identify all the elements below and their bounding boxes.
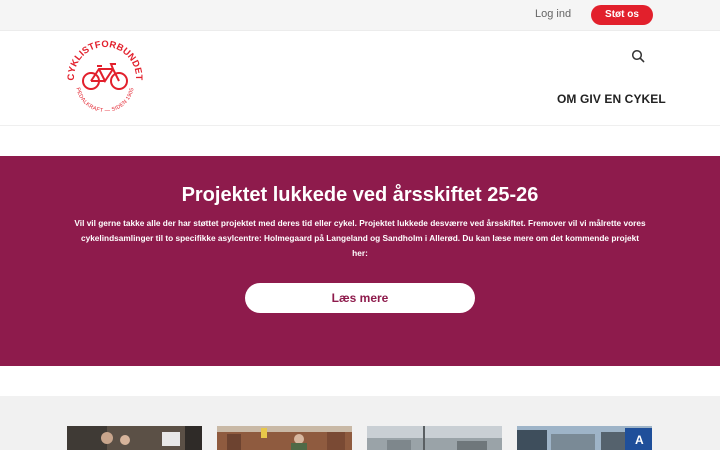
svg-text:PEDALKRAFT — SIDEN 1905: PEDALKRAFT — SIDEN 1905 xyxy=(74,87,135,114)
card-image xyxy=(67,426,202,450)
read-more-button[interactable]: Læs mere xyxy=(245,283,475,313)
card-thumbnail[interactable] xyxy=(67,426,202,450)
top-bar: Log ind Støt os xyxy=(0,0,720,31)
card-image xyxy=(367,426,502,450)
logo-text-top: CYKLISTFORBUNDET xyxy=(66,39,144,81)
search-icon[interactable] xyxy=(631,49,645,63)
svg-text:CYKLISTFORBUNDET: CYKLISTFORBUNDET xyxy=(66,39,144,81)
card-thumbnail[interactable]: A xyxy=(517,426,652,450)
nav-item-om-giv-en-cykel[interactable]: OM GIV EN CYKEL xyxy=(557,92,666,106)
banner-text: Vil vil gerne takke alle der har støttet… xyxy=(74,218,646,258)
login-link[interactable]: Log ind xyxy=(535,8,571,20)
banner-title: Projektet lukkede ved årsskiftet 25-26 xyxy=(181,184,539,206)
logo-text-bottom: PEDALKRAFT — SIDEN 1905 xyxy=(74,87,135,114)
site-header: CYKLISTFORBUNDET PEDALKRAFT — SIDEN 1905… xyxy=(0,31,720,126)
card-image: A xyxy=(517,426,652,450)
support-button[interactable]: Støt os xyxy=(591,5,653,25)
svg-text:A: A xyxy=(635,433,644,447)
cards-section: A xyxy=(0,396,720,450)
bicycle-logo-icon[interactable]: CYKLISTFORBUNDET PEDALKRAFT — SIDEN 1905 xyxy=(66,39,144,117)
card-thumbnail[interactable] xyxy=(367,426,502,450)
announcement-banner: Projektet lukkede ved årsskiftet 25-26 V… xyxy=(0,156,720,366)
card-thumbnail[interactable] xyxy=(217,426,352,450)
card-image xyxy=(217,426,352,450)
